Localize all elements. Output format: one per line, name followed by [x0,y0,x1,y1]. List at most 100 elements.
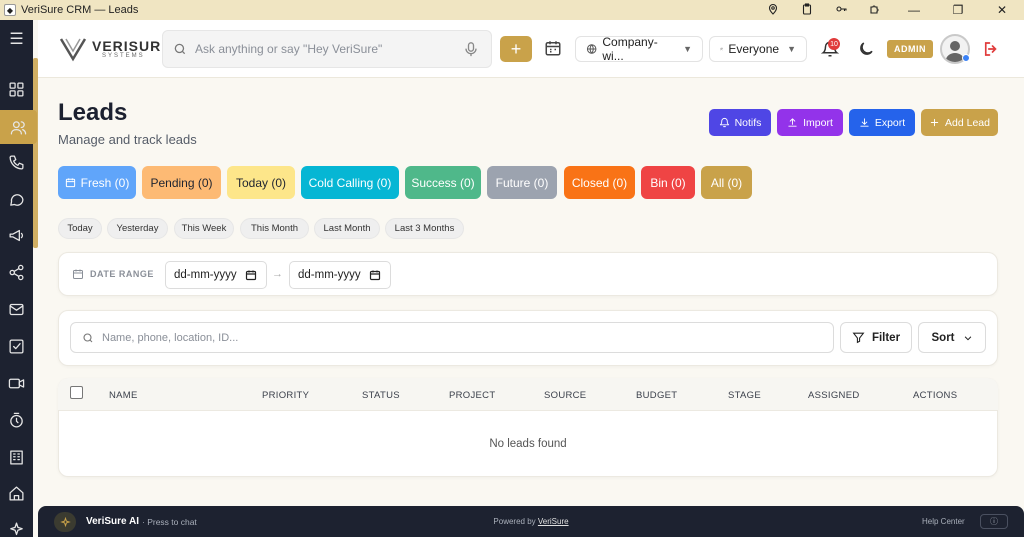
share-icon[interactable] [0,255,33,289]
scope-select[interactable]: Company-wi... ▼ [575,35,703,63]
notification-count-badge: 10 [828,38,840,50]
column-header-project[interactable]: PROJECT [449,390,495,401]
empty-state-text: No leads found [489,438,567,450]
download-icon [860,118,869,127]
notifs-label: Notifs [734,116,762,129]
export-button[interactable]: Export [849,109,915,136]
online-status-dot [962,54,970,62]
global-search-input[interactable]: Ask anything or say "Hey VeriSure" [162,30,492,68]
status-filter-all[interactable]: All (0) [701,166,752,199]
date-to-value: dd-mm-yyyy [298,269,361,281]
column-header-budget[interactable]: BUDGET [636,390,677,401]
help-center-link[interactable]: Help Center [922,517,965,526]
key-icon[interactable] [824,3,858,18]
powered-by: Powered by VeriSure [493,517,569,526]
sort-button[interactable]: Sort [918,322,986,353]
logout-icon[interactable] [982,40,1000,58]
date-chip-yesterday[interactable]: Yesterday [107,218,168,239]
close-window-button[interactable]: ✕ [980,3,1024,17]
people-select-value: Everyone [728,42,780,56]
status-filter-fresh[interactable]: Fresh (0) [58,166,136,199]
search-icon [174,43,186,55]
timer-icon[interactable] [0,403,33,437]
video-icon[interactable] [0,366,33,400]
column-header-source[interactable]: SOURCE [544,390,586,401]
status-filter-label: Fresh (0) [80,175,130,190]
logo-name: VERISURE [92,38,172,54]
date-chip-last-month[interactable]: Last Month [314,218,380,239]
location-pin-icon[interactable] [756,3,790,18]
status-filter-pending[interactable]: Pending (0) [142,166,221,199]
minimize-button[interactable]: — [892,3,936,17]
building-icon[interactable] [0,440,33,474]
column-header-priority[interactable]: PRIORITY [262,390,309,401]
calendar-icon [65,178,75,188]
status-filter-label: Closed (0) [571,175,628,190]
maximize-button[interactable]: ❐ [936,3,980,17]
table-header: NAME PRIORITY STATUS PROJECT SOURCE BUDG… [58,378,998,411]
date-chip-today[interactable]: Today [58,218,102,239]
filter-button[interactable]: Filter [840,322,912,353]
status-filter-future[interactable]: Future (0) [487,166,557,199]
add-lead-button[interactable]: Add Lead [921,109,998,136]
chat-icon[interactable] [0,182,33,216]
home-icon[interactable] [0,476,33,510]
role-badge: ADMIN [887,40,933,58]
app-icon: ◆ [4,4,16,16]
column-header-name[interactable]: NAME [109,390,138,401]
status-filter-cold-calling[interactable]: Cold Calling (0) [301,166,399,199]
import-label: Import [803,116,833,129]
info-icon[interactable]: ⓘ [980,514,1008,529]
sparkle-icon[interactable] [0,512,33,537]
status-filter-label: Cold Calling (0) [308,175,392,190]
date-chip-last-3-months[interactable]: Last 3 Months [385,218,464,239]
column-header-stage[interactable]: STAGE [728,390,761,401]
clipboard-icon[interactable] [790,2,824,18]
task-check-icon[interactable] [0,329,33,363]
microphone-icon[interactable] [465,42,477,57]
hamburger-menu-icon[interactable]: ☰ [0,22,33,56]
dark-mode-moon-icon[interactable] [857,40,875,58]
puzzle-icon[interactable] [858,3,892,18]
dashboard-grid-icon[interactable] [0,72,33,106]
megaphone-icon[interactable] [0,218,33,252]
page-title: Leads [58,99,128,126]
calendar-picker-icon[interactable] [369,269,381,281]
phone-icon[interactable] [0,145,33,179]
status-filter-label: All (0) [710,175,743,190]
select-all-checkbox[interactable] [70,386,83,399]
status-filter-label: Pending (0) [150,175,213,190]
column-header-assigned[interactable]: ASSIGNED [808,390,860,401]
people-select[interactable]: Everyone ▼ [709,36,807,62]
funnel-icon [852,332,865,344]
chevron-down-icon: ▼ [683,44,692,54]
users-icon[interactable] [0,110,37,144]
notifs-button[interactable]: Notifs [709,109,771,136]
quick-add-button[interactable]: + [500,36,532,62]
calendar-icon [73,269,83,279]
status-filter-today[interactable]: Today (0) [227,166,295,199]
sort-label: Sort [931,331,955,344]
status-filter-bin[interactable]: Bin (0) [641,166,695,199]
calendar-picker-icon[interactable] [245,269,257,281]
powered-by-link[interactable]: VeriSure [538,517,569,526]
calendar-icon[interactable] [544,39,562,57]
add-lead-label: Add Lead [945,116,990,129]
column-header-status[interactable]: STATUS [362,390,400,401]
date-chip-this-month[interactable]: This Month [240,218,309,239]
ai-chat-bar[interactable]: VeriSure AI · Press to chat Powered by V… [38,506,1024,537]
verisure-logo[interactable]: VERISURE SYSTEMS [58,36,172,62]
date-chip-this-week[interactable]: This Week [174,218,234,239]
status-filter-label: Future (0) [495,175,549,190]
page-subtitle: Manage and track leads [58,132,197,147]
lead-search-input[interactable]: Name, phone, location, ID... [70,322,834,353]
window-titlebar: ◆ VeriSure CRM — Leads — ❐ ✕ [0,0,1024,20]
date-to-input[interactable]: dd-mm-yyyy [289,261,391,289]
date-from-input[interactable]: dd-mm-yyyy [165,261,267,289]
mail-icon[interactable] [0,292,33,326]
bell-icon [719,117,729,128]
status-filter-success[interactable]: Success (0) [405,166,481,199]
status-filter-closed[interactable]: Closed (0) [564,166,635,199]
import-button[interactable]: Import [777,109,843,136]
window-title: VeriSure CRM — Leads [21,4,139,16]
